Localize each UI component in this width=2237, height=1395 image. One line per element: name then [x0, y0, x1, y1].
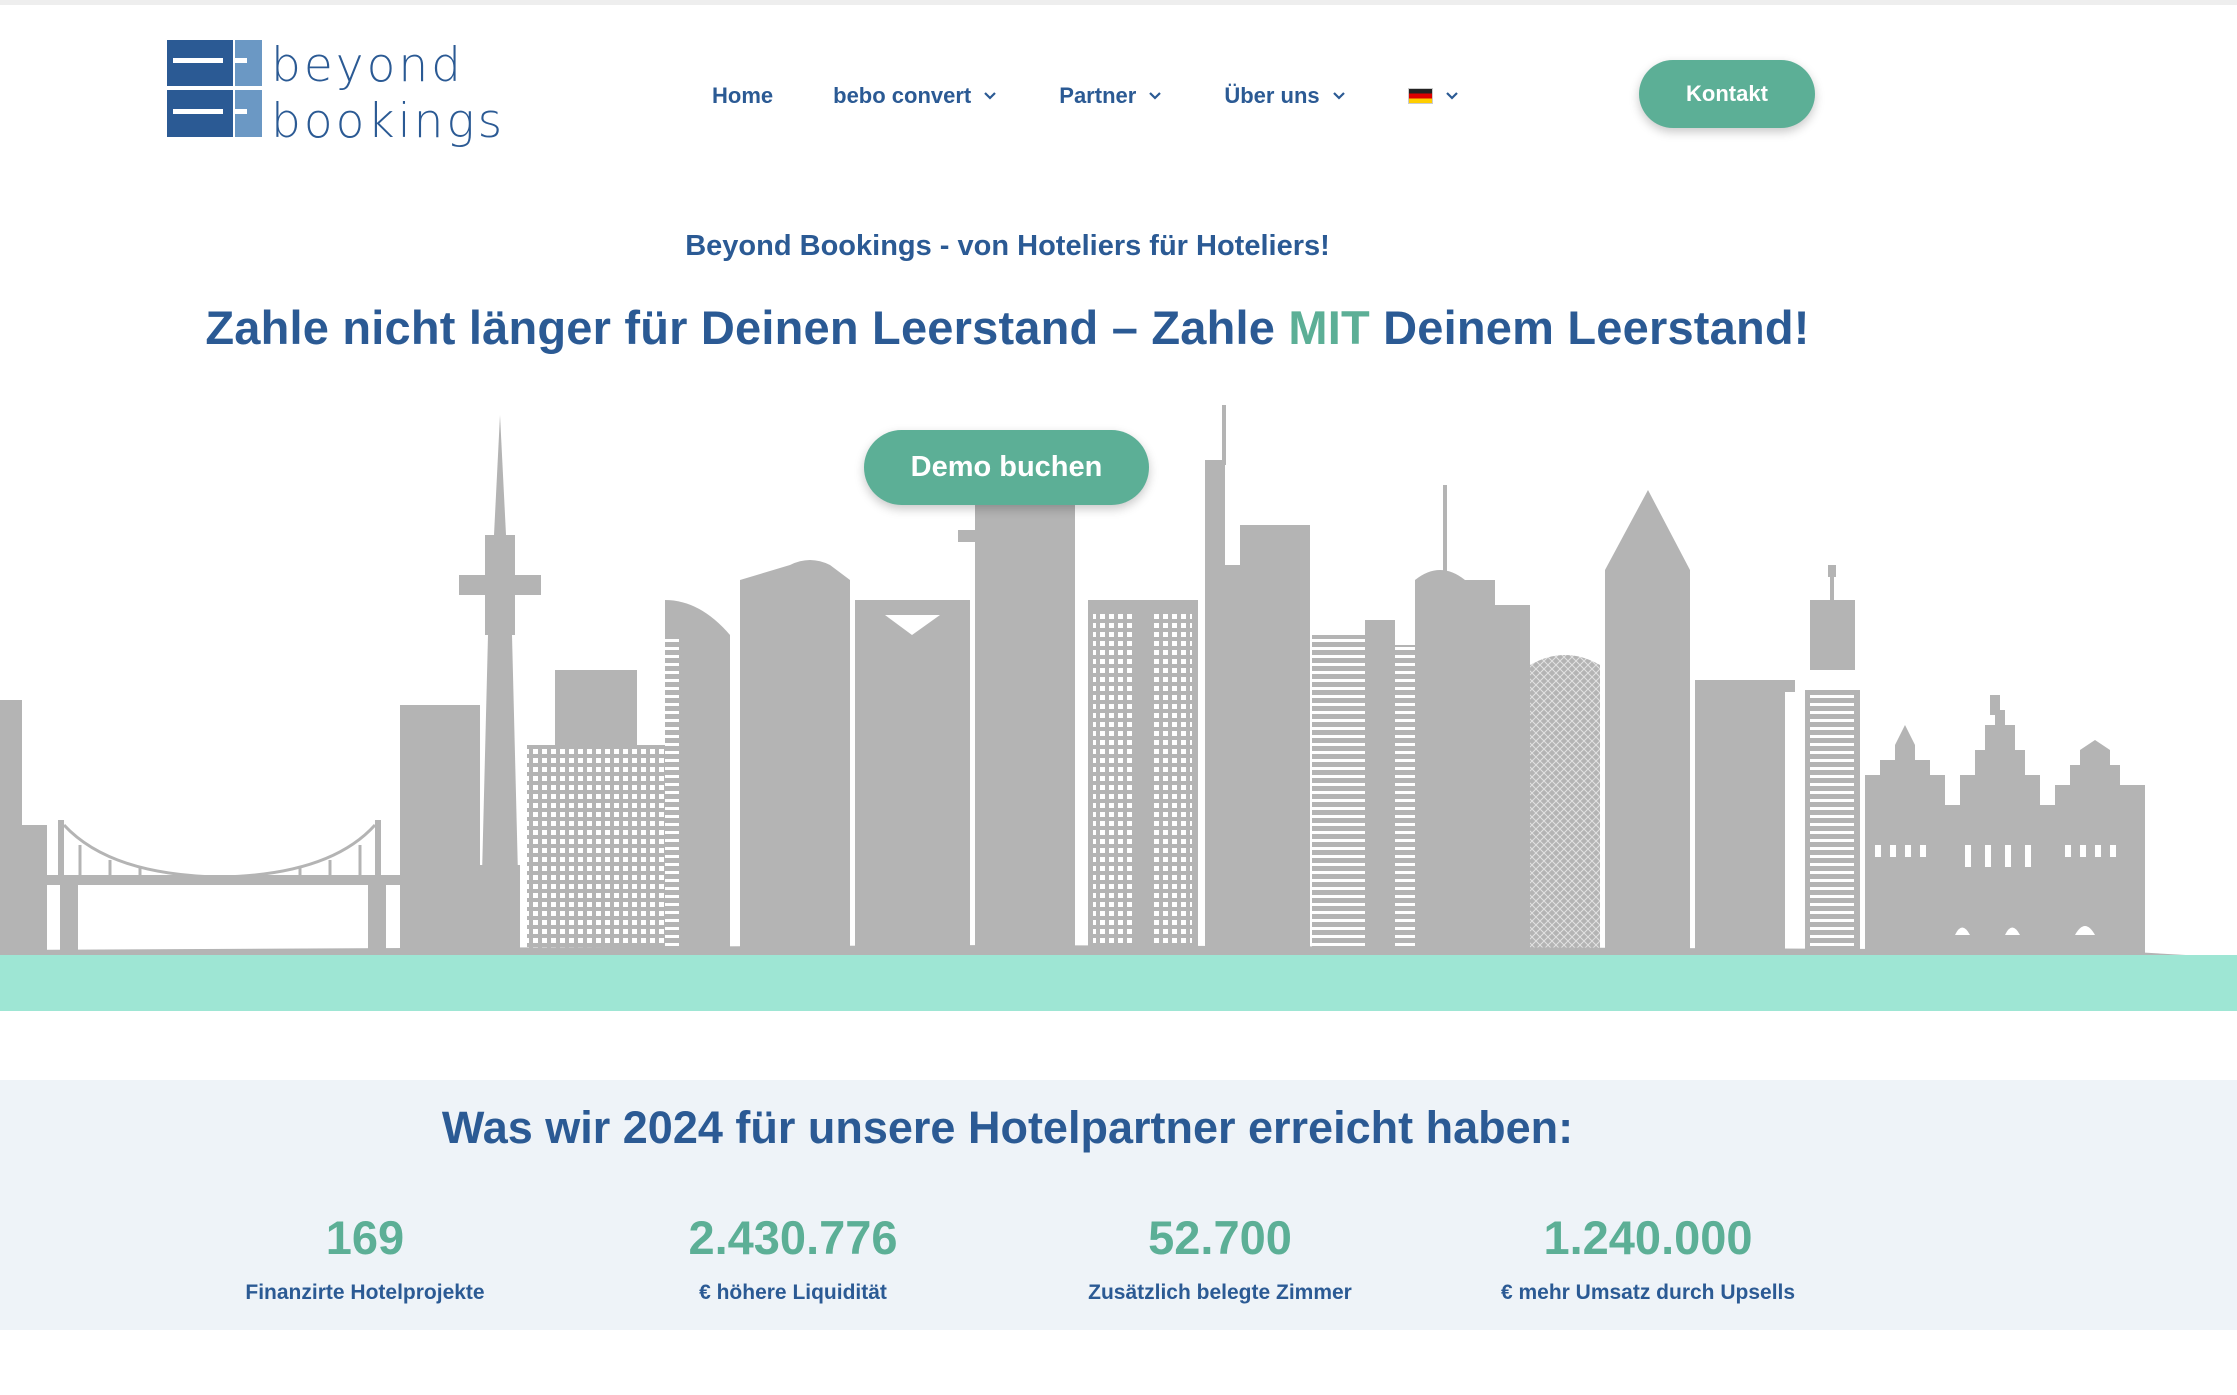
nav-item-partner[interactable]: Partner	[1059, 83, 1164, 109]
stats-section: Was wir 2024 für unsere Hotelpartner err…	[0, 1080, 2237, 1330]
stat-label: € höhere Liquidität	[699, 1281, 887, 1304]
hero-tagline: Beyond Bookings - von Hoteliers für Hote…	[685, 230, 1330, 262]
demo-buchen-button[interactable]: Demo buchen	[864, 430, 1149, 505]
stat-item: 169 Finanzirte Hotelprojekte	[150, 1210, 580, 1305]
stat-value: 2.430.776	[688, 1211, 898, 1264]
logo-line-1: beyond	[271, 38, 464, 93]
mint-divider-band	[0, 955, 2237, 1011]
logo-wordmark: beyond bookings	[271, 38, 505, 150]
stat-item: 1.240.000 € mehr Umsatz durch Upsells	[1433, 1210, 1863, 1305]
headline-part-1: Zahle nicht länger für Deinen Leerstand …	[205, 301, 1289, 354]
stat-item: 52.700 Zusätzlich belegte Zimmer	[1005, 1210, 1435, 1305]
stat-label: Zusätzlich belegte Zimmer	[1088, 1281, 1352, 1304]
nav-item-label: Über uns	[1224, 83, 1320, 108]
headline-part-2: Deinem Leerstand!	[1369, 301, 1810, 354]
chevron-down-icon	[1149, 92, 1162, 100]
chevron-down-icon	[1445, 92, 1458, 100]
logo[interactable]: beyond bookings	[167, 38, 507, 150]
headline-accent: MIT	[1288, 301, 1370, 354]
stats-title: Was wir 2024 für unsere Hotelpartner err…	[441, 1102, 1574, 1153]
chevron-down-icon	[984, 92, 997, 100]
stat-item: 2.430.776 € höhere Liquidität	[578, 1210, 1008, 1305]
language-switcher[interactable]	[1407, 87, 1461, 105]
stat-value: 52.700	[1148, 1211, 1292, 1264]
chevron-down-icon	[1332, 92, 1345, 100]
nav-item-label: bebo convert	[833, 83, 972, 108]
logo-mark-icon	[167, 40, 262, 137]
stat-label: € mehr Umsatz durch Upsells	[1500, 1281, 1796, 1304]
flag-de-icon	[1407, 88, 1433, 104]
hero-headline: Zahle nicht länger für Deinen Leerstand …	[0, 300, 2015, 355]
stat-value: 169	[325, 1211, 405, 1264]
main-nav: Home bebo convert Partner Über uns	[712, 78, 1521, 114]
stat-label: Finanzirte Hotelprojekte	[245, 1281, 485, 1304]
nav-item-bebo-convert[interactable]: bebo convert	[833, 83, 999, 109]
logo-line-2: bookings	[271, 94, 506, 149]
nav-item-label: Home	[712, 83, 774, 108]
nav-item-ueber-uns[interactable]: Über uns	[1224, 83, 1347, 109]
stat-value: 1.240.000	[1543, 1211, 1753, 1264]
nav-item-home[interactable]: Home	[712, 83, 773, 109]
top-border	[0, 0, 2237, 5]
nav-item-label: Partner	[1059, 83, 1137, 108]
kontakt-button[interactable]: Kontakt	[1639, 60, 1815, 128]
